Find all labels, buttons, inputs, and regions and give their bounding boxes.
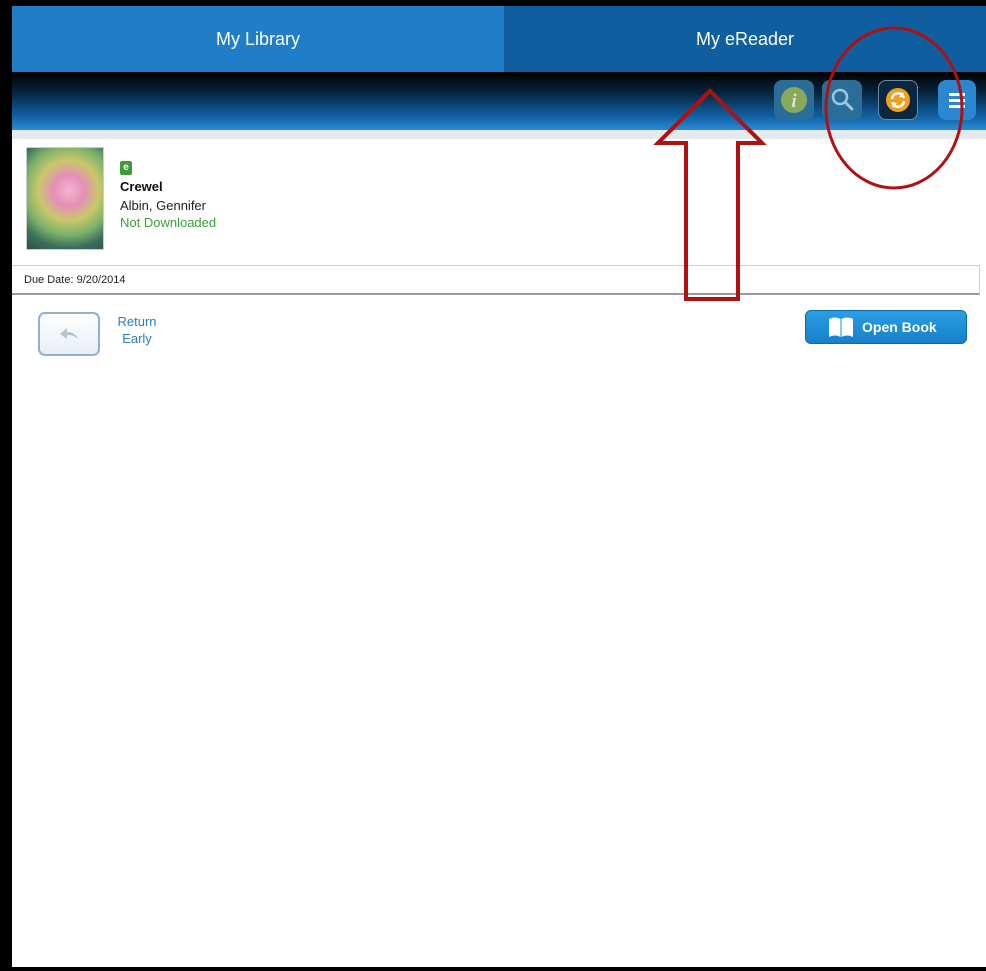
info-icon: i [781,87,807,113]
svg-text:i: i [791,91,797,112]
sync-icon [886,88,910,112]
due-date-bar: Due Date: 9/20/2014 [12,265,980,295]
book-item[interactable]: e Crewel Albin, Gennifer Not Downloaded [12,139,986,265]
open-book-button[interactable]: Open Book [805,310,967,344]
sync-button[interactable] [878,80,918,120]
return-label-line2: Early [122,331,152,346]
return-label-line1: Return [117,314,157,329]
menu-button[interactable] [938,80,976,120]
ebook-format-letter: e [123,162,129,173]
search-icon [831,88,854,111]
return-early-button[interactable] [38,312,100,356]
menu-icon [949,93,965,108]
toolbar: i [12,72,986,130]
open-book-icon [829,317,853,337]
book-title: Crewel [120,179,163,194]
toolbar-divider [12,130,986,139]
tab-bar: My Library My eReader [12,6,986,72]
tab-my-library[interactable]: My Library [12,6,504,72]
due-date: Due Date: 9/20/2014 [24,274,126,286]
book-cover-image[interactable] [26,147,104,250]
ebook-format-icon: e [120,161,132,175]
tab-my-ereader[interactable]: My eReader [504,6,986,72]
open-book-label: Open Book [862,319,937,335]
book-author: Albin, Gennifer [120,198,206,213]
download-status: Not Downloaded [120,215,217,230]
return-early-label[interactable]: Return Early [112,313,162,347]
info-button[interactable]: i [774,80,814,120]
search-button[interactable] [822,80,862,120]
return-arrow-icon [60,328,78,339]
